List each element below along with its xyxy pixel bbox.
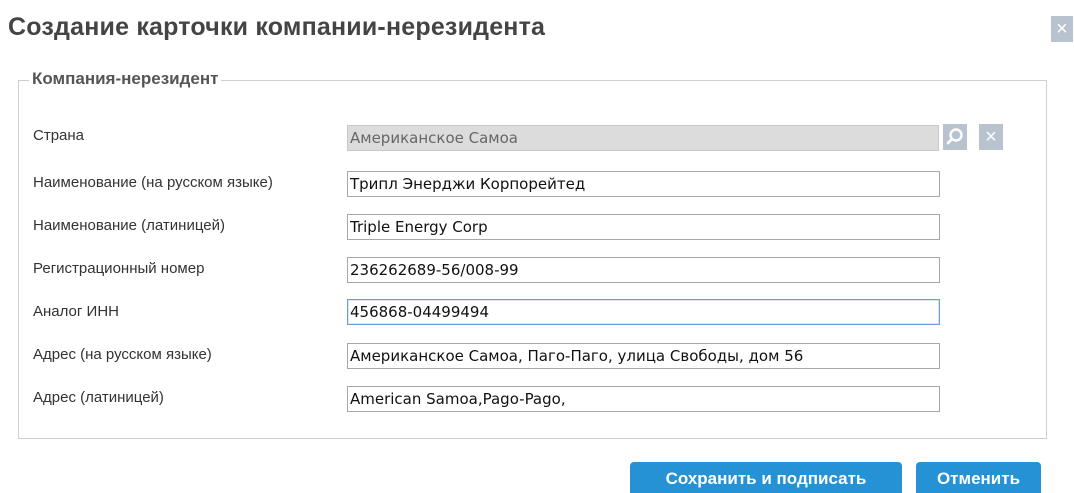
inn-analog-field[interactable] — [347, 299, 940, 325]
address-lat-label: Адрес (латиницей) — [33, 389, 164, 406]
save-and-sign-button[interactable]: Сохранить и подписать — [630, 462, 902, 493]
address-ru-field[interactable] — [347, 343, 940, 369]
create-nonresident-company-dialog: Создание карточки компании-нерезидента ×… — [0, 0, 1074, 493]
address-lat-field[interactable] — [347, 386, 940, 412]
close-icon: × — [985, 126, 997, 148]
cancel-button[interactable]: Отменить — [916, 462, 1041, 493]
name-lat-label: Наименование (латиницей) — [33, 217, 225, 234]
country-search-button[interactable] — [943, 124, 967, 150]
reg-number-field[interactable] — [347, 257, 940, 283]
country-clear-button[interactable]: × — [979, 124, 1003, 150]
name-lat-field[interactable] — [347, 214, 940, 240]
close-icon: × — [1056, 18, 1068, 40]
name-ru-field[interactable] — [347, 171, 940, 197]
company-fieldset: Компания-нерезидент Страна × Наименовани… — [18, 69, 1047, 439]
inn-analog-label: Аналог ИНН — [33, 303, 119, 320]
country-field[interactable] — [347, 125, 939, 151]
dialog-title: Создание карточки компании-нерезидента — [8, 13, 546, 41]
fieldset-legend: Компания-нерезидент — [29, 69, 222, 89]
search-icon — [946, 128, 963, 145]
reg-number-label: Регистрационный номер — [33, 260, 205, 277]
name-ru-label: Наименование (на русском языке) — [33, 174, 273, 191]
country-label: Страна — [33, 127, 85, 144]
close-dialog-button[interactable]: × — [1051, 16, 1073, 42]
address-ru-label: Адрес (на русском языке) — [33, 346, 212, 363]
